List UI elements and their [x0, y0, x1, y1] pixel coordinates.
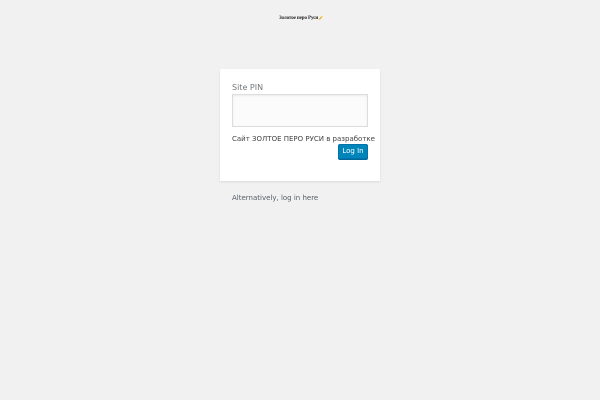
quill-icon — [318, 15, 323, 21]
login-page: Золотое перо Руси Site PIN Сайт ЗОЛТОЕ П… — [0, 0, 600, 400]
development-notice: Сайт ЗОЛТОЕ ПЕРО РУСИ в разработке — [232, 135, 375, 143]
site-logo[interactable]: Золотое перо Руси — [279, 12, 323, 24]
pin-label: Site PIN — [232, 83, 264, 92]
alternative-login-link[interactable]: Alternatively, log in here — [232, 194, 318, 202]
login-button[interactable]: Log In — [338, 144, 368, 159]
logo-text: Золотое перо Руси — [279, 15, 319, 21]
pin-input[interactable] — [232, 94, 368, 127]
login-card: Site PIN Сайт ЗОЛТОЕ ПЕРО РУСИ в разрабо… — [220, 69, 380, 181]
